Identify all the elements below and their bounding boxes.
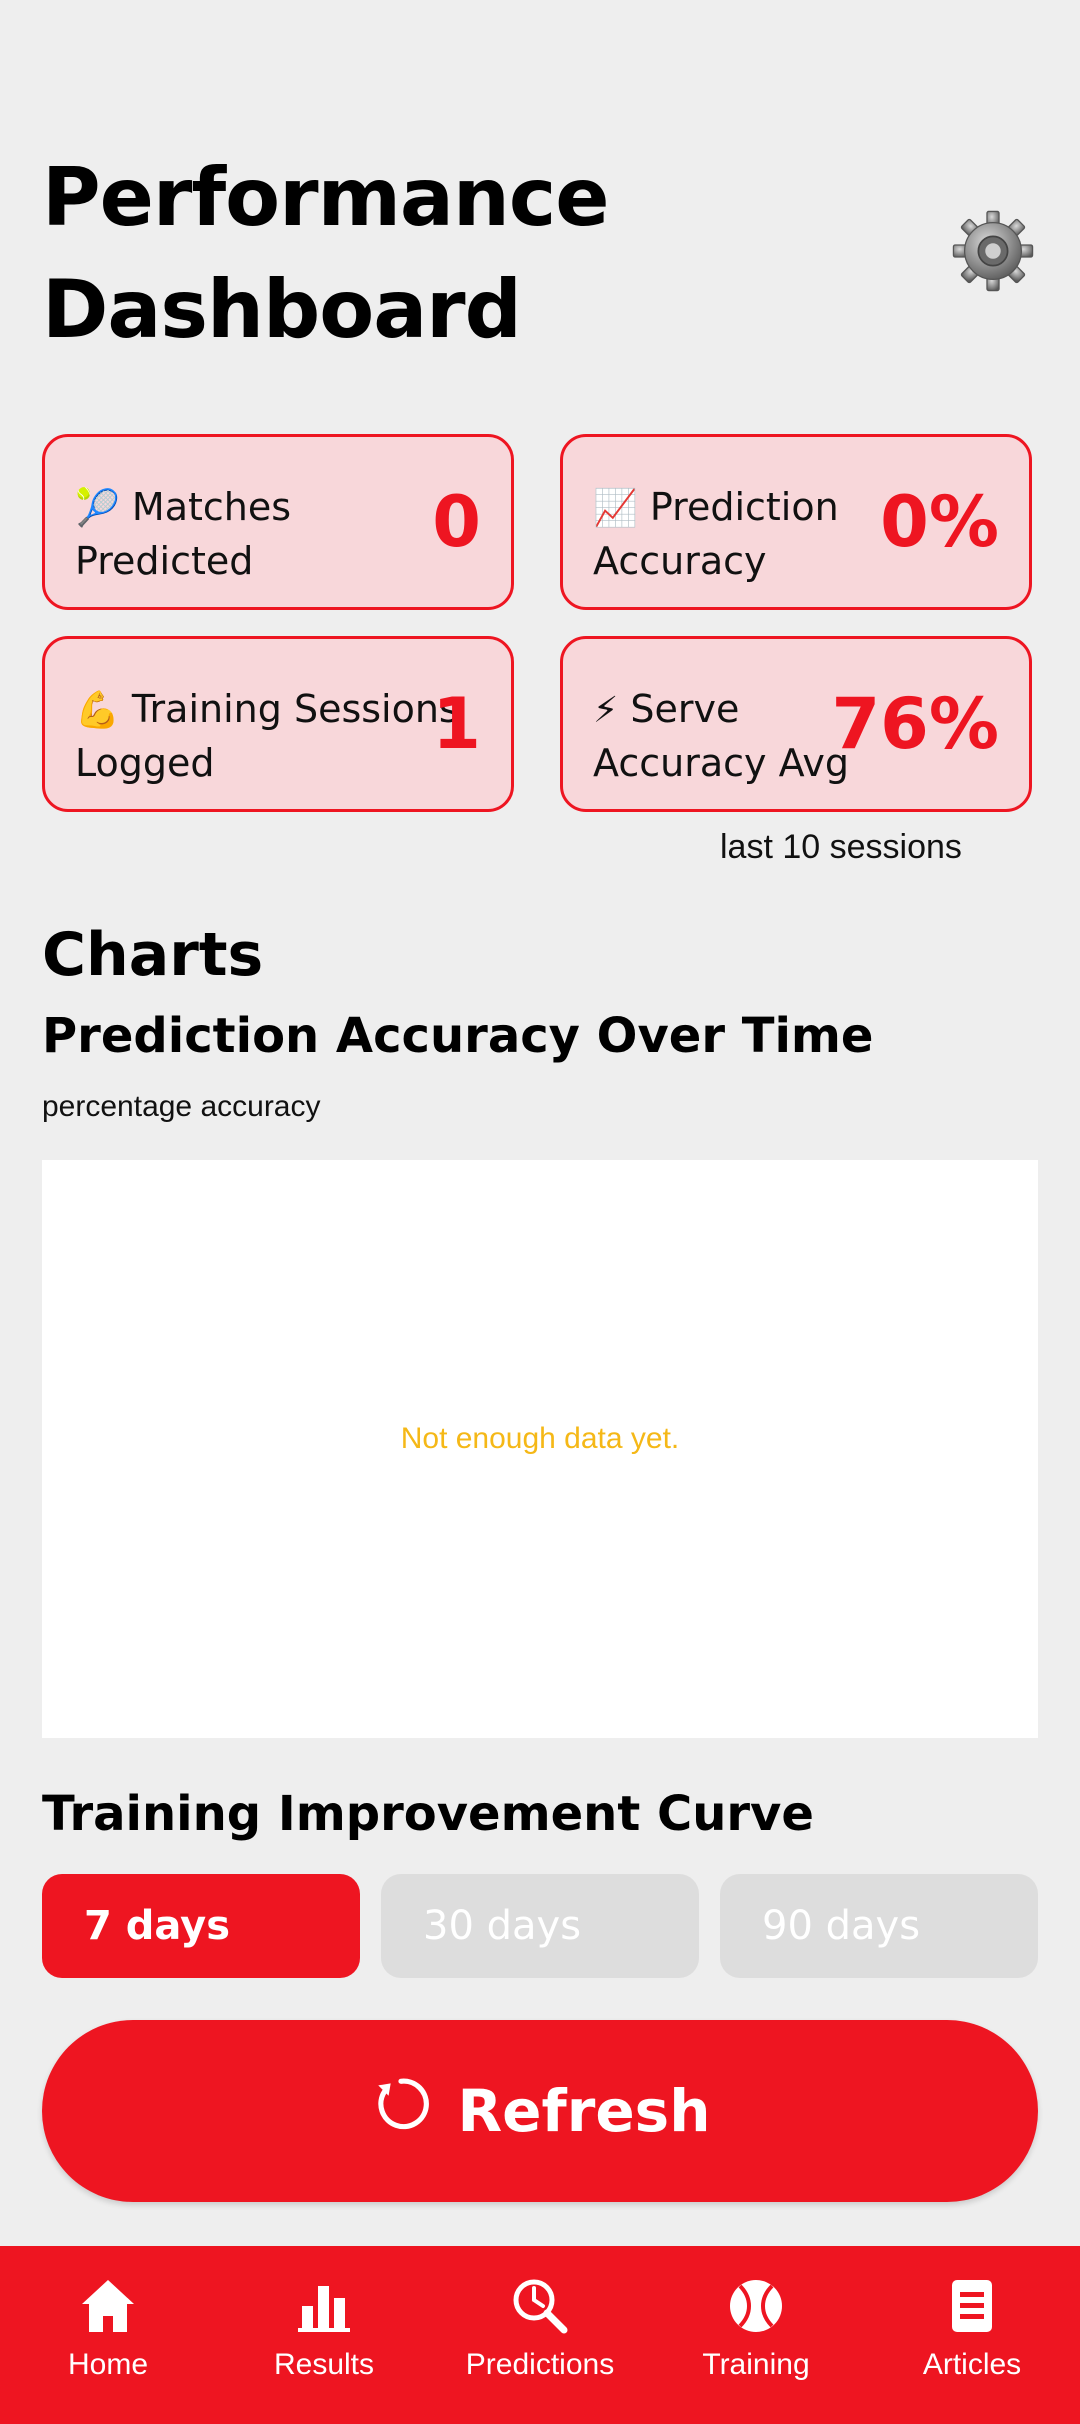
stat-card-matches-predicted: 🎾 Matches Predicted 0: [42, 434, 514, 610]
range-tab-90-days[interactable]: 90 days: [720, 1874, 1038, 1978]
chart-increasing-icon: 📈: [593, 488, 638, 529]
flexed-biceps-icon: 💪: [75, 690, 120, 731]
nav-label: Home: [67, 2348, 149, 2381]
page-title-line-1: Performance: [42, 151, 610, 244]
training-curve-title: Training Improvement Curve: [42, 1786, 814, 1842]
stat-label: Training Sessions: [131, 687, 459, 731]
stat-card-serve-accuracy: ⚡ Serve Accuracy Avg 76%: [560, 636, 1032, 812]
stat-label: Matches: [131, 485, 292, 529]
refresh-label: Refresh: [457, 2077, 711, 2145]
lightning-icon: ⚡: [593, 690, 619, 731]
stat-card-prediction-accuracy: 📈 Prediction Accuracy 0%: [560, 434, 1032, 610]
document-icon: [952, 2280, 992, 2332]
nav-item-home[interactable]: Home: [0, 2246, 216, 2424]
tennis-ball-icon: [730, 2280, 782, 2332]
page-title: Performance Dashboard: [42, 142, 742, 366]
nav-item-results[interactable]: Results: [216, 2246, 432, 2424]
nav-label: Training: [702, 2348, 810, 2381]
nav-item-articles[interactable]: Articles: [864, 2246, 1080, 2424]
stat-label: Accuracy: [593, 539, 767, 583]
home-icon: [82, 2280, 134, 2332]
range-tab-30-days[interactable]: 30 days: [381, 1874, 699, 1978]
bar-chart-icon: [298, 2286, 350, 2332]
nav-item-training[interactable]: Training: [648, 2246, 864, 2424]
range-tab-7-days[interactable]: 7 days: [42, 1874, 360, 1978]
prediction-chart-title: Prediction Accuracy Over Time: [42, 1008, 874, 1064]
nav-label: Predictions: [465, 2348, 615, 2381]
stat-value: 0%: [880, 481, 999, 563]
serve-note: last 10 sessions: [720, 828, 962, 866]
page-title-line-2: Dashboard: [42, 263, 522, 356]
bottom-nav: Home Results Predictions Training Articl…: [0, 2246, 1080, 2424]
charts-heading: Charts: [42, 920, 264, 990]
refresh-icon: [370, 2073, 432, 2149]
prediction-chart-subtitle: percentage accuracy: [42, 1090, 321, 1123]
nav-label: Articles: [922, 2348, 1022, 2381]
stat-label: Prediction: [649, 485, 839, 529]
stat-card-training-sessions: 💪 Training Sessions Logged 1: [42, 636, 514, 812]
stat-value: 1: [432, 683, 481, 765]
tennis-racket-icon: 🎾: [75, 488, 120, 529]
stat-label: Predicted: [75, 539, 254, 583]
magnifier-chart-icon: [513, 2279, 568, 2334]
stat-value: 0: [432, 481, 481, 563]
gear-icon[interactable]: [950, 208, 1036, 294]
stat-value: 76%: [831, 683, 999, 765]
stat-label: Serve: [630, 687, 740, 731]
refresh-button[interactable]: Refresh: [42, 2020, 1038, 2202]
nav-label: Results: [273, 2348, 375, 2381]
empty-chart-message: Not enough data yet.: [400, 1422, 680, 1455]
stat-label: Logged: [75, 741, 215, 785]
nav-item-predictions[interactable]: Predictions: [432, 2246, 648, 2424]
prediction-chart: Not enough data yet.: [42, 1160, 1038, 1738]
stat-label: Accuracy Avg: [593, 741, 849, 785]
